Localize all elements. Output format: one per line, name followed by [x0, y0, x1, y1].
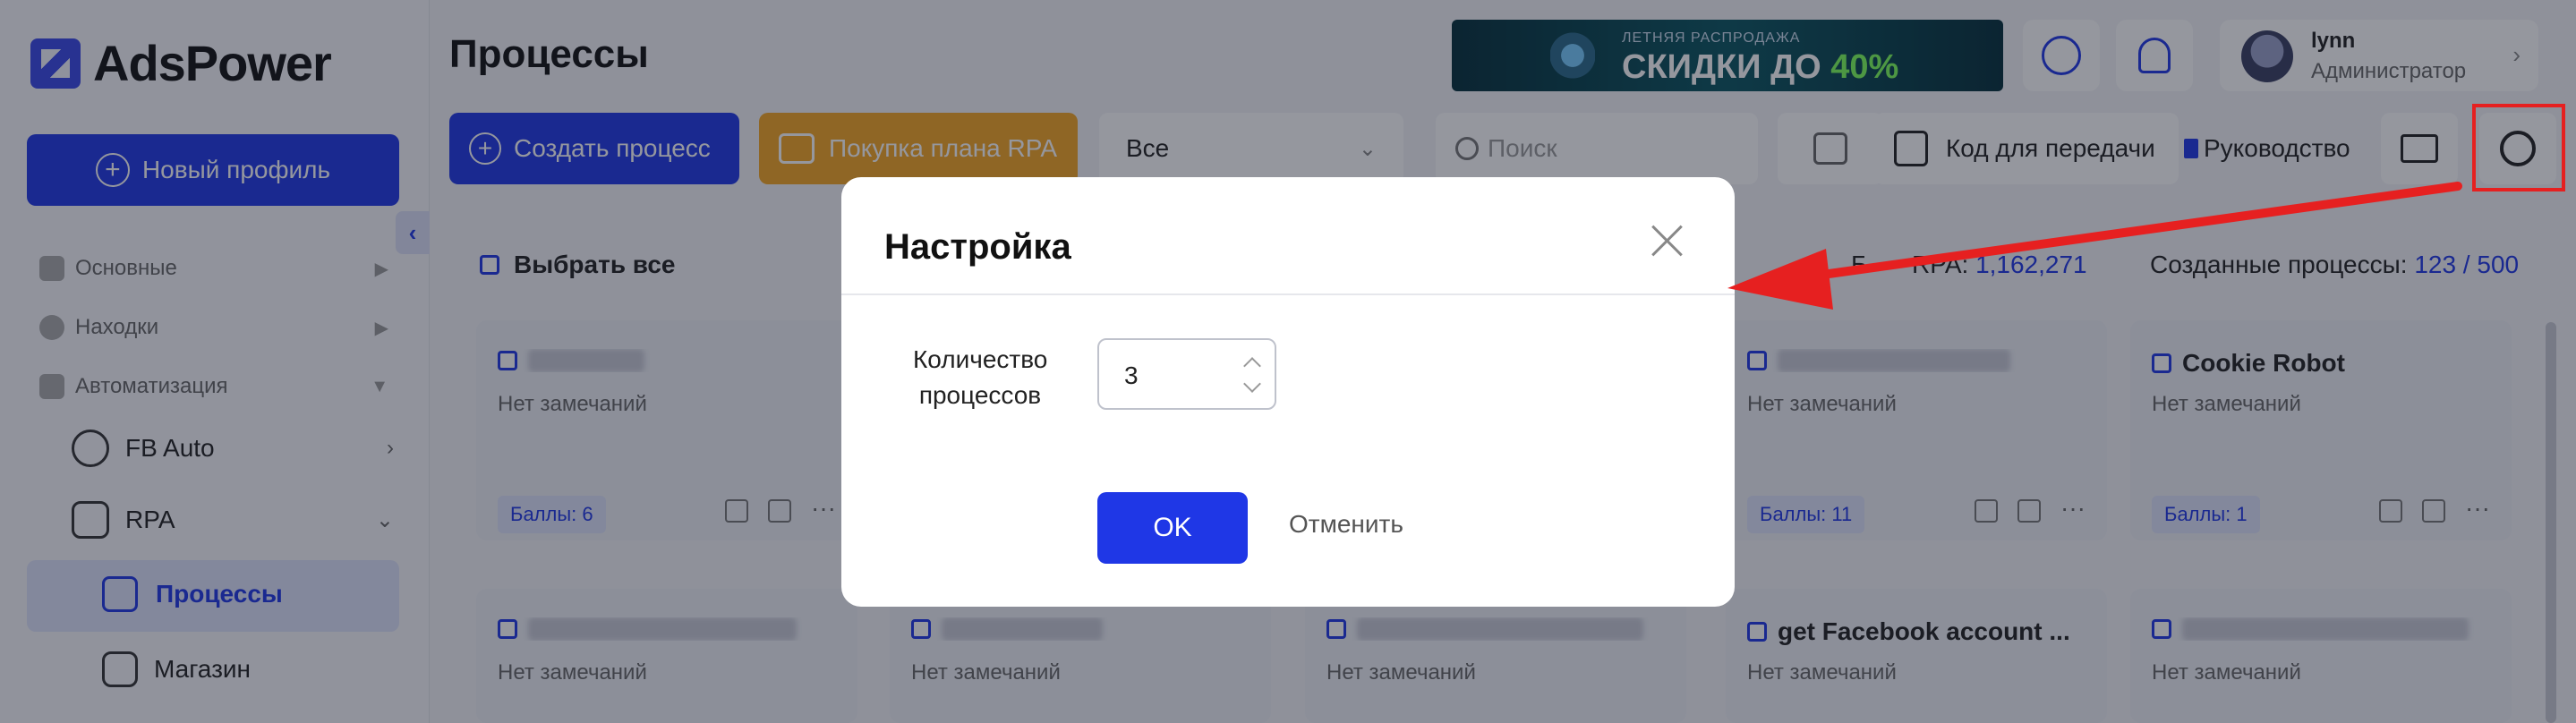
process-count-label: Количество процессов — [913, 345, 1048, 409]
divider — [841, 293, 1735, 295]
ok-button[interactable]: OK — [1097, 492, 1248, 564]
dialog-title: Настройка — [884, 227, 1071, 267]
close-icon[interactable] — [1649, 222, 1685, 258]
cancel-button[interactable]: Отменить — [1289, 510, 1403, 539]
chevron-up-icon[interactable] — [1243, 357, 1261, 375]
chevron-down-icon[interactable] — [1243, 375, 1261, 393]
process-count-value: 3 — [1124, 362, 1139, 389]
process-count-stepper[interactable]: 3 — [1097, 338, 1276, 410]
settings-dialog: Настройка Количество процессов 3 OK Отме… — [841, 177, 1735, 607]
annotation-highlight-box — [2472, 104, 2565, 191]
